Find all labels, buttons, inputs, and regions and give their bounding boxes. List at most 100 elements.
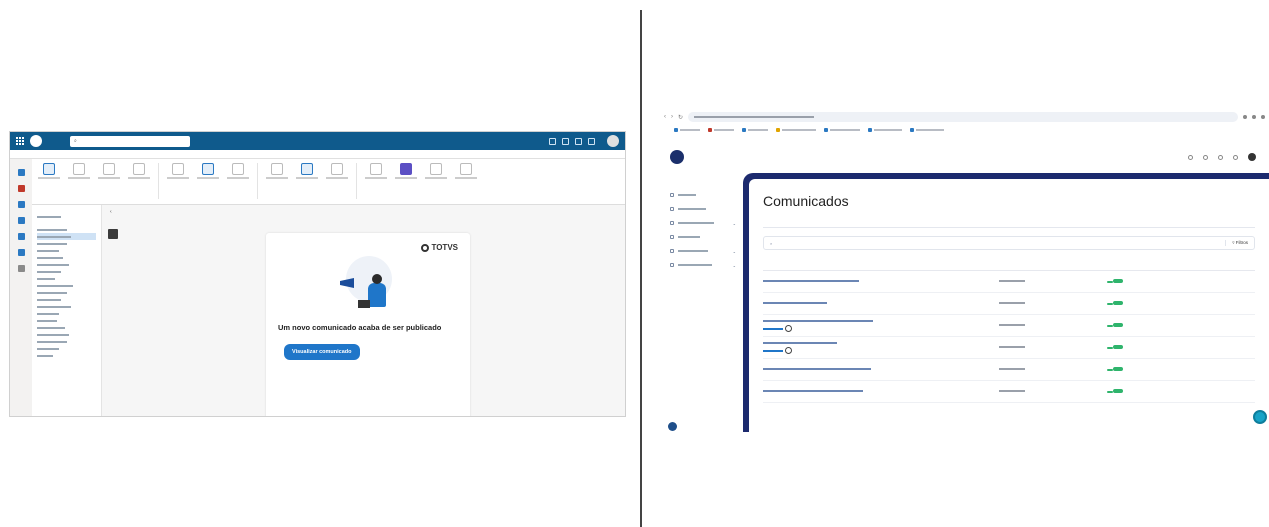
sidebar-item[interactable] — [666, 188, 740, 202]
ribbon-delete[interactable] — [68, 163, 90, 200]
bookmark[interactable] — [674, 128, 700, 132]
row-name[interactable] — [763, 292, 1000, 315]
row-name[interactable] — [763, 336, 1000, 359]
column-header[interactable] — [1107, 260, 1255, 271]
row-sub-link[interactable] — [763, 347, 999, 354]
folder-item[interactable] — [37, 282, 96, 289]
apps-icon[interactable] — [17, 265, 25, 272]
sidebar-item[interactable] — [666, 202, 740, 216]
folder-item[interactable] — [37, 310, 96, 317]
ribbon-move[interactable] — [167, 163, 189, 200]
extension-icon[interactable] — [1243, 115, 1247, 119]
address-input[interactable] — [688, 112, 1238, 122]
search-input[interactable]: ⌕ — [770, 241, 772, 246]
table-row[interactable] — [763, 380, 1255, 403]
teams-icon[interactable] — [17, 217, 25, 224]
folder-item[interactable] — [37, 338, 96, 345]
ribbon-forward[interactable] — [227, 163, 249, 200]
folder-item[interactable] — [37, 317, 96, 324]
folder-item[interactable] — [37, 275, 96, 282]
column-header[interactable] — [763, 260, 1000, 271]
menu-icon[interactable] — [1261, 115, 1265, 119]
app-launcher-icon[interactable] — [16, 137, 24, 145]
help-icon[interactable] — [1203, 154, 1208, 160]
todo-icon[interactable] — [17, 249, 25, 256]
ribbon-app[interactable] — [395, 163, 417, 200]
back-icon[interactable]: ‹ — [110, 209, 112, 215]
folder-item[interactable] — [37, 324, 96, 331]
folder-item[interactable] — [37, 289, 96, 296]
table-row[interactable] — [763, 314, 1255, 337]
folder-item[interactable] — [37, 296, 96, 303]
row-status — [1107, 270, 1255, 293]
table-row[interactable] — [763, 292, 1255, 315]
bookmark[interactable] — [708, 128, 734, 132]
people-icon[interactable] — [562, 137, 569, 145]
folder-item-selected[interactable] — [37, 233, 96, 240]
avatar[interactable] — [607, 135, 619, 147]
row-name[interactable] — [763, 380, 1000, 403]
portal-logo[interactable] — [670, 150, 684, 164]
sidebar-item[interactable] — [666, 230, 740, 244]
sidebar-item[interactable]: ⌄ — [666, 216, 740, 230]
bookmark[interactable] — [824, 128, 860, 132]
support-chat-icon[interactable] — [1253, 410, 1267, 424]
folder-item[interactable] — [37, 303, 96, 310]
ribbon-new-mail[interactable] — [38, 163, 60, 200]
folder-item[interactable] — [37, 331, 96, 338]
row-sub-link[interactable] — [763, 325, 999, 332]
view-announcement-button[interactable]: Visualizar comunicado — [284, 344, 360, 360]
outlook-search-input[interactable]: ⌕ — [70, 135, 190, 147]
ribbon-zoom[interactable] — [425, 163, 447, 200]
ribbon-read[interactable] — [296, 163, 318, 200]
sidebar-item[interactable]: ⌄ — [666, 258, 740, 272]
back-nav-icon[interactable]: ‹ — [664, 114, 666, 120]
folder-item[interactable] — [37, 261, 96, 268]
settings-icon[interactable] — [575, 137, 582, 145]
brand-logo-icon — [30, 135, 42, 147]
table-row[interactable] — [763, 270, 1255, 293]
column-header[interactable] — [999, 260, 1108, 271]
avatar[interactable] — [1248, 153, 1256, 161]
row-name[interactable] — [763, 358, 1000, 381]
ribbon-reply[interactable] — [197, 163, 219, 200]
bookmark[interactable] — [742, 128, 768, 132]
ribbon-more[interactable] — [455, 163, 477, 200]
folder-item[interactable] — [37, 352, 96, 359]
row-name[interactable] — [763, 270, 1000, 293]
people-app-icon[interactable] — [17, 201, 25, 208]
ribbon-categorize[interactable] — [326, 163, 348, 200]
ribbon-flag[interactable] — [266, 163, 288, 200]
folder-item[interactable] — [37, 240, 96, 247]
table-row[interactable] — [763, 336, 1255, 359]
folder-item[interactable] — [37, 345, 96, 352]
bookmark[interactable] — [868, 128, 902, 132]
profile-icon[interactable] — [1252, 115, 1256, 119]
bookmark[interactable] — [776, 128, 816, 132]
folder-item[interactable] — [37, 254, 96, 261]
sidebar-item[interactable]: ⌄ — [666, 244, 740, 258]
forward-nav-icon[interactable]: › — [671, 114, 673, 120]
folder-item[interactable] — [37, 268, 96, 275]
calendar-app-icon[interactable] — [17, 185, 25, 192]
help-icon[interactable] — [588, 137, 595, 145]
notification-icon[interactable] — [1233, 154, 1238, 160]
folder-item[interactable] — [37, 226, 96, 233]
onedrive-icon[interactable] — [17, 233, 25, 240]
settings-icon[interactable] — [1218, 154, 1223, 160]
folder-item[interactable] — [37, 247, 96, 254]
ribbon-report[interactable] — [128, 163, 150, 200]
browser-window: ‹ › ↻ ⌄ ⌄ ⌄ Comunicados ⌕ ▿ Filtros — [660, 110, 1269, 432]
mail-icon[interactable] — [17, 169, 25, 176]
ribbon-translate[interactable] — [365, 163, 387, 200]
calendar-icon[interactable] — [549, 137, 556, 145]
filter-button[interactable]: ▿ Filtros — [1225, 240, 1248, 246]
ribbon-archive[interactable] — [98, 163, 120, 200]
bookmark[interactable] — [910, 128, 944, 132]
chat-icon[interactable] — [668, 422, 677, 431]
search-icon[interactable] — [1188, 154, 1193, 160]
row-name[interactable] — [763, 314, 1000, 337]
reload-icon[interactable]: ↻ — [678, 114, 683, 121]
table-row[interactable] — [763, 358, 1255, 381]
ribbon-toolbar — [32, 159, 625, 205]
